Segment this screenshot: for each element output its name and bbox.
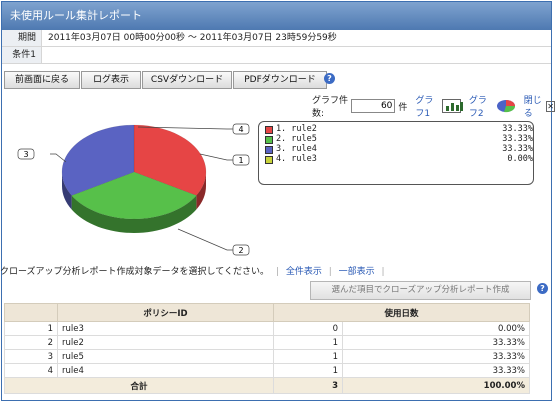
days-cell: 1	[273, 363, 343, 378]
period-label: 期間	[2, 30, 42, 46]
legend-pct: 0.00%	[507, 154, 533, 164]
legend-label: 1. rule2	[275, 124, 317, 134]
pct-cell: 33.33%	[342, 335, 530, 350]
callout-label: 1	[238, 156, 243, 165]
table-row[interactable]: 1 rule3 0 0.00%	[4, 321, 530, 336]
legend-pct: 33.33%	[502, 124, 533, 134]
close-link[interactable]: 閉じる	[524, 93, 544, 119]
total-days: 3	[273, 377, 343, 394]
header-policy-id: ポリシーID	[57, 303, 274, 322]
graph-options: グラフ件数: 件 グラフ1 グラフ2 閉じる ✕	[312, 93, 555, 119]
days-cell: 1	[273, 349, 343, 364]
legend-label: 2. rule5	[275, 134, 317, 144]
row-number: 1	[4, 321, 58, 336]
csv-download-button[interactable]: CSVダウンロード	[142, 71, 232, 89]
total-row: 合計 3 100.00%	[4, 377, 530, 394]
callout-line	[50, 153, 67, 163]
selection-instruction: クローズアップ分析レポート作成対象データを選択してください。	[0, 267, 270, 277]
legend-swatch	[265, 126, 273, 134]
days-cell: 1	[273, 335, 343, 350]
legend-item: 2. rule5 33.33%	[259, 135, 533, 144]
graph-count-unit: 件	[398, 102, 408, 113]
callout-line	[199, 153, 233, 161]
callout-line	[177, 228, 233, 251]
condition-row: 条件1	[2, 47, 551, 64]
show-all-link[interactable]: 全件表示	[286, 267, 322, 277]
pdf-download-button[interactable]: PDFダウンロード	[233, 71, 327, 89]
pct-cell: 33.33%	[342, 349, 530, 364]
header-usage-days: 使用日数	[273, 303, 530, 322]
graph-count-input[interactable]	[351, 99, 396, 113]
help-icon[interactable]: ?	[537, 283, 548, 294]
legend-label: 3. rule4	[275, 144, 317, 154]
total-label: 合計	[4, 377, 274, 394]
period-value: 2011年03月07日 00時00分00秒 ～ 2011年03月07日 23時5…	[48, 33, 337, 43]
callout-label: 3	[23, 150, 28, 159]
help-icon[interactable]: ?	[324, 73, 335, 84]
condition-value	[42, 47, 48, 63]
log-view-button[interactable]: ログ表示	[81, 71, 141, 89]
pct-cell: 0.00%	[342, 321, 530, 336]
callout-label: 4	[238, 125, 243, 134]
legend-label: 4. rule3	[275, 154, 317, 164]
callout-label: 2	[238, 246, 243, 255]
condition-label: 条件1	[2, 47, 42, 63]
selection-bar: クローズアップ分析レポート作成対象データを選択してください。 | 全件表示 | …	[0, 267, 385, 277]
policy-id-cell: rule5	[57, 349, 274, 364]
show-partial-link[interactable]: 一部表示	[339, 267, 375, 277]
pie-chart: 1 2 3 4	[17, 123, 250, 256]
graph1-link[interactable]: グラフ1	[415, 93, 440, 119]
row-number: 3	[4, 349, 58, 364]
table-header-blank	[4, 303, 58, 322]
policy-id-cell: rule4	[57, 363, 274, 378]
table-row[interactable]: 3 rule5 1 33.33%	[4, 349, 530, 364]
close-icon[interactable]: ✕	[546, 100, 555, 112]
toolbar: 前画面に戻る ログ表示 CSVダウンロード PDFダウンロード	[4, 71, 328, 89]
legend-item: 3. rule4 33.33%	[259, 145, 533, 154]
row-number: 2	[4, 335, 58, 350]
legend-item: 4. rule3 0.00%	[259, 155, 533, 164]
legend-swatch	[265, 156, 273, 164]
policy-id-cell: rule3	[57, 321, 274, 336]
policy-id-cell: rule2	[57, 335, 274, 350]
table-row[interactable]: 4 rule4 1 33.33%	[4, 363, 530, 378]
legend-item: 1. rule2 33.33%	[259, 125, 533, 134]
legend-pct: 33.33%	[502, 134, 533, 144]
window-title: 未使用ルール集計レポート	[2, 2, 551, 30]
legend-pct: 33.33%	[502, 144, 533, 154]
graph-count-label: グラフ件数:	[312, 96, 349, 119]
period-row: 期間 2011年03月07日 00時00分00秒 ～ 2011年03月07日 2…	[2, 30, 551, 47]
days-cell: 0	[273, 321, 343, 336]
total-pct: 100.00%	[342, 377, 530, 394]
create-closeup-report-button[interactable]: 選んだ項目でクローズアップ分析レポート作成	[310, 281, 531, 300]
results-table: ポリシーID 使用日数 1 rule3 0 0.00% 2 rule2 1 33…	[4, 303, 530, 394]
row-number: 4	[4, 363, 58, 378]
pct-cell: 33.33%	[342, 363, 530, 378]
chart-legend: 1. rule2 33.33% 2. rule5 33.33% 3. rule4…	[258, 121, 534, 185]
legend-swatch	[265, 146, 273, 154]
back-button[interactable]: 前画面に戻る	[4, 71, 80, 89]
legend-swatch	[265, 136, 273, 144]
graph2-link[interactable]: グラフ2	[469, 93, 494, 119]
table-row[interactable]: 2 rule2 1 33.33%	[4, 335, 530, 350]
pie-chart-icon[interactable]	[496, 99, 516, 113]
bar-chart-icon[interactable]	[442, 99, 464, 113]
